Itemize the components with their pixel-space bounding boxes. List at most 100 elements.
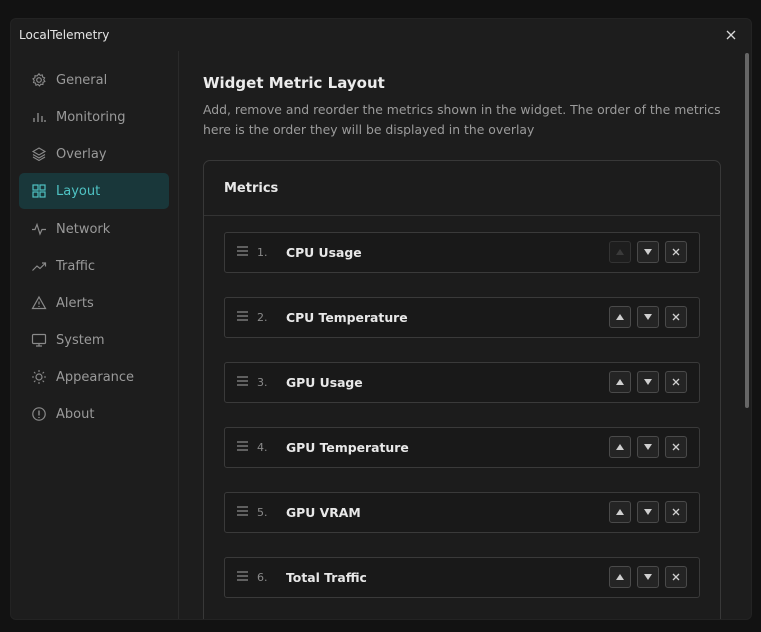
scrollbar[interactable] <box>744 51 751 619</box>
metric-index: 3. <box>257 376 268 389</box>
triangle-up-icon <box>616 379 624 385</box>
sidebar-item-monitoring[interactable]: Monitoring <box>19 99 169 135</box>
metric-name: CPU Usage <box>286 245 362 260</box>
remove-button[interactable] <box>665 306 687 328</box>
page-title: Widget Metric Layout <box>203 74 385 92</box>
triangle-up-icon <box>616 444 624 450</box>
metric-name: CPU Temperature <box>286 310 408 325</box>
drag-handle-icon[interactable] <box>236 243 250 259</box>
triangle-down-icon <box>644 574 652 580</box>
move-down-button[interactable] <box>637 436 659 458</box>
move-up-button[interactable] <box>609 436 631 458</box>
move-down-button[interactable] <box>637 371 659 393</box>
sidebar-item-label: Overlay <box>56 146 107 162</box>
sidebar-item-label: About <box>56 406 95 422</box>
metric-index: 6. <box>257 571 268 584</box>
metric-index: 2. <box>257 311 268 324</box>
metric-row[interactable]: 5. GPU VRAM <box>224 492 700 533</box>
sidebar-item-label: Network <box>56 221 111 237</box>
move-up-button[interactable] <box>609 501 631 523</box>
metric-name: Total Traffic <box>286 570 367 585</box>
triangle-down-icon <box>644 249 652 255</box>
move-down-button[interactable] <box>637 501 659 523</box>
title-bar: LocalTelemetry <box>11 19 751 51</box>
drag-handle-icon[interactable] <box>236 503 250 519</box>
scrollbar-thumb[interactable] <box>745 53 749 408</box>
sidebar-item-label: Layout <box>56 183 101 199</box>
close-icon <box>672 313 680 321</box>
move-up-button[interactable] <box>609 306 631 328</box>
close-icon <box>672 378 680 386</box>
remove-button[interactable] <box>665 371 687 393</box>
close-icon <box>726 30 736 40</box>
metrics-card: Metrics 1. CPU Usage 2. CPU Temperature <box>203 160 721 619</box>
metric-row[interactable]: 6. Total Traffic <box>224 557 700 598</box>
sidebar-item-overlay[interactable]: Overlay <box>19 136 169 172</box>
trend-icon <box>31 258 47 274</box>
metric-row[interactable]: 1. CPU Usage <box>224 232 700 273</box>
move-down-button[interactable] <box>637 566 659 588</box>
sidebar-item-label: Appearance <box>56 369 135 385</box>
sidebar-item-label: Traffic <box>56 258 96 274</box>
move-up-button[interactable] <box>609 241 631 263</box>
sidebar-item-label: General <box>56 72 108 88</box>
metric-index: 4. <box>257 441 268 454</box>
triangle-down-icon <box>644 509 652 515</box>
triangle-down-icon <box>644 444 652 450</box>
grid-icon <box>31 183 47 199</box>
metric-index: 1. <box>257 246 268 259</box>
pulse-icon <box>31 221 47 237</box>
sidebar: General Monitoring Overlay Layout Networ… <box>11 51 179 619</box>
close-icon <box>672 248 680 256</box>
app-window: LocalTelemetry General Monitoring Overla… <box>10 18 752 620</box>
triangle-up-icon <box>616 509 624 515</box>
metric-name: GPU VRAM <box>286 505 361 520</box>
triangle-up-icon <box>616 314 624 320</box>
move-up-button[interactable] <box>609 371 631 393</box>
close-icon <box>672 508 680 516</box>
bar-chart-icon <box>31 109 47 125</box>
sidebar-item-system[interactable]: System <box>19 322 169 358</box>
monitor-icon <box>31 332 47 348</box>
triangle-down-icon <box>644 379 652 385</box>
drag-handle-icon[interactable] <box>236 568 250 584</box>
page-description: Add, remove and reorder the metrics show… <box>203 102 721 137</box>
sidebar-item-label: Alerts <box>56 295 94 311</box>
remove-button[interactable] <box>665 501 687 523</box>
metric-row[interactable]: 3. GPU Usage <box>224 362 700 403</box>
sidebar-item-traffic[interactable]: Traffic <box>19 248 169 284</box>
triangle-down-icon <box>644 314 652 320</box>
metric-name: GPU Temperature <box>286 440 409 455</box>
sidebar-item-label: Monitoring <box>56 109 126 125</box>
metric-row[interactable]: 4. GPU Temperature <box>224 427 700 468</box>
triangle-up-icon <box>616 574 624 580</box>
move-down-button[interactable] <box>637 241 659 263</box>
layers-icon <box>31 146 47 162</box>
drag-handle-icon[interactable] <box>236 373 250 389</box>
main-content: Widget Metric Layout Add, remove and reo… <box>179 51 739 619</box>
move-up-button[interactable] <box>609 566 631 588</box>
close-button[interactable] <box>721 25 741 45</box>
remove-button[interactable] <box>665 566 687 588</box>
warning-icon <box>31 295 47 311</box>
remove-button[interactable] <box>665 436 687 458</box>
sidebar-item-appearance[interactable]: Appearance <box>19 359 169 395</box>
close-icon <box>672 573 680 581</box>
gear-icon <box>31 72 47 88</box>
metric-index: 5. <box>257 506 268 519</box>
remove-button[interactable] <box>665 241 687 263</box>
sidebar-item-layout[interactable]: Layout <box>19 173 169 209</box>
sidebar-item-alerts[interactable]: Alerts <box>19 285 169 321</box>
metric-row[interactable]: 2. CPU Temperature <box>224 297 700 338</box>
drag-handle-icon[interactable] <box>236 438 250 454</box>
sidebar-item-label: System <box>56 332 105 348</box>
sun-icon <box>31 369 47 385</box>
sidebar-item-general[interactable]: General <box>19 62 169 98</box>
sidebar-item-network[interactable]: Network <box>19 211 169 247</box>
card-title: Metrics <box>224 181 279 196</box>
metric-name: GPU Usage <box>286 375 363 390</box>
sidebar-item-about[interactable]: About <box>19 396 169 432</box>
card-header: Metrics <box>204 161 720 216</box>
move-down-button[interactable] <box>637 306 659 328</box>
drag-handle-icon[interactable] <box>236 308 250 324</box>
